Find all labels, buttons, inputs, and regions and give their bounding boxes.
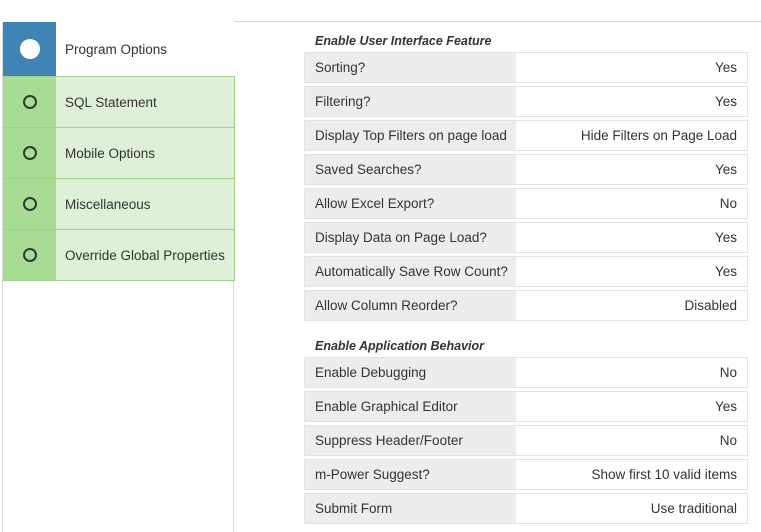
setting-row-submit-form: Submit Form Use traditional (304, 493, 748, 524)
radio-unselected-icon (3, 179, 56, 229)
sidebar-item-mobile-options[interactable]: Mobile Options (3, 127, 235, 179)
sidebar-item-label: Miscellaneous (65, 196, 151, 212)
setting-value[interactable]: No (516, 426, 747, 455)
setting-row-debugging: Enable Debugging No (304, 357, 748, 388)
top-divider (234, 21, 761, 22)
setting-row-graphical-editor: Enable Graphical Editor Yes (304, 391, 748, 422)
radio-unselected-icon (3, 77, 56, 127)
setting-row-top-filters: Display Top Filters on page load Hide Fi… (304, 120, 748, 151)
setting-value[interactable]: Yes (516, 53, 747, 82)
setting-value[interactable]: No (516, 358, 747, 387)
setting-value[interactable]: Disabled (516, 291, 747, 320)
radio-unselected-icon (3, 230, 56, 280)
setting-row-sorting: Sorting? Yes (304, 52, 748, 83)
setting-label: Suppress Header/Footer (305, 426, 516, 455)
setting-label: Sorting? (305, 53, 516, 82)
setting-row-column-reorder: Allow Column Reorder? Disabled (304, 290, 748, 321)
setting-label: Display Top Filters on page load (305, 121, 516, 150)
setting-value[interactable]: Use traditional (516, 494, 747, 523)
setting-label: Allow Column Reorder? (305, 291, 516, 320)
setting-row-excel-export: Allow Excel Export? No (304, 188, 748, 219)
setting-value[interactable]: Yes (516, 155, 747, 184)
sidebar-item-label: SQL Statement (65, 94, 157, 110)
section-title-ui-feature: Enable User Interface Feature (315, 34, 492, 48)
sidebar-item-label: Override Global Properties (65, 247, 225, 263)
setting-label: Filtering? (305, 87, 516, 116)
setting-label: Saved Searches? (305, 155, 516, 184)
setting-row-display-data: Display Data on Page Load? Yes (304, 222, 748, 253)
setting-label: Enable Debugging (305, 358, 516, 387)
setting-label: Enable Graphical Editor (305, 392, 516, 421)
sidebar-item-sql-statement[interactable]: SQL Statement (3, 76, 235, 128)
setting-value[interactable]: Show first 10 valid items (516, 460, 747, 489)
sidebar: Program Options SQL Statement Mobile Opt… (2, 22, 235, 532)
sidebar-item-label: Program Options (65, 41, 168, 57)
radio-selected-icon (3, 22, 56, 76)
sidebar-item-miscellaneous[interactable]: Miscellaneous (3, 178, 235, 230)
setting-label: Submit Form (305, 494, 516, 523)
setting-value[interactable]: No (516, 189, 747, 218)
radio-unselected-icon (3, 128, 56, 178)
setting-value[interactable]: Yes (516, 87, 747, 116)
setting-value[interactable]: Yes (516, 223, 747, 252)
setting-value[interactable]: Yes (516, 392, 747, 421)
setting-label: Allow Excel Export? (305, 189, 516, 218)
setting-row-mpower-suggest: m-Power Suggest? Show first 10 valid ite… (304, 459, 748, 490)
setting-label: Automatically Save Row Count? (305, 257, 516, 286)
section-title-app-behavior: Enable Application Behavior (315, 339, 485, 353)
setting-value[interactable]: Hide Filters on Page Load (516, 121, 747, 150)
setting-label: m-Power Suggest? (305, 460, 516, 489)
setting-row-suppress-header: Suppress Header/Footer No (304, 425, 748, 456)
setting-row-saved-searches: Saved Searches? Yes (304, 154, 748, 185)
sidebar-item-override-global-properties[interactable]: Override Global Properties (3, 229, 235, 281)
setting-row-filtering: Filtering? Yes (304, 86, 748, 117)
sidebar-item-label: Mobile Options (65, 145, 156, 161)
setting-value[interactable]: Yes (516, 257, 747, 286)
sidebar-item-program-options[interactable]: Program Options (3, 22, 235, 76)
setting-label: Display Data on Page Load? (305, 223, 516, 252)
setting-row-save-row-count: Automatically Save Row Count? Yes (304, 256, 748, 287)
